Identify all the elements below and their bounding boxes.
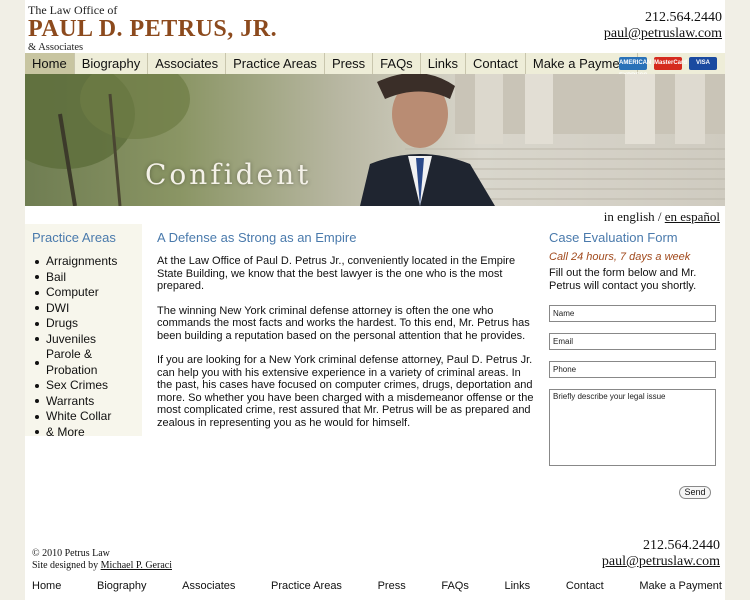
lang-spanish-link[interactable]: en español: [665, 209, 720, 224]
sidebar-item-sex-crimes[interactable]: Sex Crimes: [32, 378, 142, 394]
bullet-icon: [35, 259, 39, 264]
nav-home[interactable]: Home: [25, 53, 75, 74]
header-phone: 212.564.2440: [645, 10, 722, 25]
footer-nav-home[interactable]: Home: [32, 580, 61, 592]
footer-nav-biography[interactable]: Biography: [97, 580, 147, 592]
header-email-link[interactable]: paul@petruslaw.com: [604, 26, 722, 41]
sidebar-item-computer[interactable]: Computer: [32, 285, 142, 301]
name-input[interactable]: [549, 305, 716, 322]
site-logo[interactable]: The Law Office of PAUL D. PETRUS, JR. & …: [28, 4, 278, 54]
phone-input[interactable]: [549, 361, 716, 378]
sidebar-item-dwi[interactable]: DWI: [32, 301, 142, 317]
paragraph-1: At the Law Office of Paul D. Petrus Jr.,…: [157, 255, 516, 292]
bullet-icon: [35, 290, 39, 295]
bullet-icon: [35, 360, 39, 365]
sidebar-item-parole-probation[interactable]: Parole & Probation: [32, 347, 142, 378]
nav-press[interactable]: Press: [325, 53, 374, 74]
amex-card-icon: AMERICAN EXPRESS: [619, 57, 651, 79]
sidebar-item-warrants[interactable]: Warrants: [32, 394, 142, 410]
payment-cards: AMERICAN EXPRESS MasterCard VISA: [619, 57, 717, 79]
practice-areas-list: Arraignments Bail Computer DWI Drugs Juv…: [32, 254, 142, 440]
mastercard-icon: MasterCard: [654, 57, 687, 70]
email-input[interactable]: [549, 333, 716, 350]
logo-name: PAUL D. PETRUS, JR.: [28, 16, 278, 42]
main-title: A Defense as Strong as an Empire: [157, 230, 357, 245]
hero-banner: Confident: [25, 74, 725, 206]
footer-nav-make-a-payment[interactable]: Make a Payment: [639, 580, 722, 592]
header-contact: 212.564.2440 paul@petruslaw.com: [604, 10, 722, 42]
hero-tagline: Confident: [145, 158, 312, 191]
form-hours: Call 24 hours, 7 days a week: [549, 251, 691, 263]
bullet-icon: [35, 337, 39, 342]
hero-illustration: [25, 74, 725, 206]
paragraph-3: If you are looking for a New York crimin…: [157, 354, 534, 429]
footer-contact: 212.564.2440 paul@petruslaw.com: [602, 538, 720, 570]
footer-nav: Home Biography Associates Practice Areas…: [32, 580, 722, 592]
form-instructions: Fill out the form below and Mr. Petrus w…: [549, 267, 697, 292]
nav-links[interactable]: Links: [421, 53, 467, 74]
nav-faqs[interactable]: FAQs: [373, 53, 421, 74]
bullet-icon: [35, 430, 39, 435]
footer-credits: © 2010 Petrus Law Site designed by Micha…: [32, 548, 172, 572]
case-evaluation-form: Case Evaluation Form Call 24 hours, 7 da…: [549, 230, 719, 499]
bullet-icon: [35, 306, 39, 311]
sidebar-item-juveniles[interactable]: Juveniles: [32, 332, 142, 348]
sidebar-item-arraignments[interactable]: Arraignments: [32, 254, 142, 270]
footer-nav-contact[interactable]: Contact: [566, 580, 604, 592]
practice-areas-sidebar: Practice Areas Arraignments Bail Compute…: [25, 224, 142, 439]
legal-issue-textarea[interactable]: [549, 389, 716, 466]
designer-link[interactable]: Michael P. Geraci: [101, 560, 172, 571]
sidebar-item-more[interactable]: & More: [32, 425, 142, 441]
sidebar-item-drugs[interactable]: Drugs: [32, 316, 142, 332]
sidebar-item-white-collar[interactable]: White Collar: [32, 409, 142, 425]
footer-nav-links[interactable]: Links: [505, 580, 531, 592]
page: The Law Office of PAUL D. PETRUS, JR. & …: [25, 0, 725, 600]
bullet-icon: [35, 383, 39, 388]
visa-card-icon: VISA: [689, 57, 717, 70]
logo-post: & Associates: [28, 42, 84, 53]
main-content: A Defense as Strong as an Empire At the …: [157, 230, 535, 441]
footer-nav-practice-areas[interactable]: Practice Areas: [271, 580, 342, 592]
lang-english: in english: [603, 209, 655, 224]
form-title: Case Evaluation Form: [549, 230, 678, 245]
footer-nav-press[interactable]: Press: [378, 580, 406, 592]
bullet-icon: [35, 399, 39, 404]
footer-email-link[interactable]: paul@petruslaw.com: [602, 554, 720, 569]
language-switch: in english / en español: [604, 209, 720, 225]
send-button[interactable]: Send: [679, 486, 711, 499]
bullet-icon: [35, 414, 39, 419]
sidebar-title: Practice Areas: [32, 230, 116, 245]
nav-practice-areas[interactable]: Practice Areas: [226, 53, 325, 74]
sidebar-item-bail[interactable]: Bail: [32, 270, 142, 286]
footer-copyright: © 2010 Petrus Law: [32, 548, 110, 559]
paragraph-2: The winning New York criminal defense at…: [157, 304, 530, 342]
bullet-icon: [35, 275, 39, 280]
footer-nav-associates[interactable]: Associates: [182, 580, 235, 592]
nav-contact[interactable]: Contact: [466, 53, 526, 74]
footer-nav-faqs[interactable]: FAQs: [441, 580, 469, 592]
lang-separator: /: [657, 209, 662, 224]
bullet-icon: [35, 321, 39, 326]
footer-designer: Site designed by Michael P. Geraci: [32, 560, 172, 571]
nav-biography[interactable]: Biography: [75, 53, 149, 74]
footer-phone: 212.564.2440: [643, 538, 720, 553]
nav-associates[interactable]: Associates: [148, 53, 227, 74]
